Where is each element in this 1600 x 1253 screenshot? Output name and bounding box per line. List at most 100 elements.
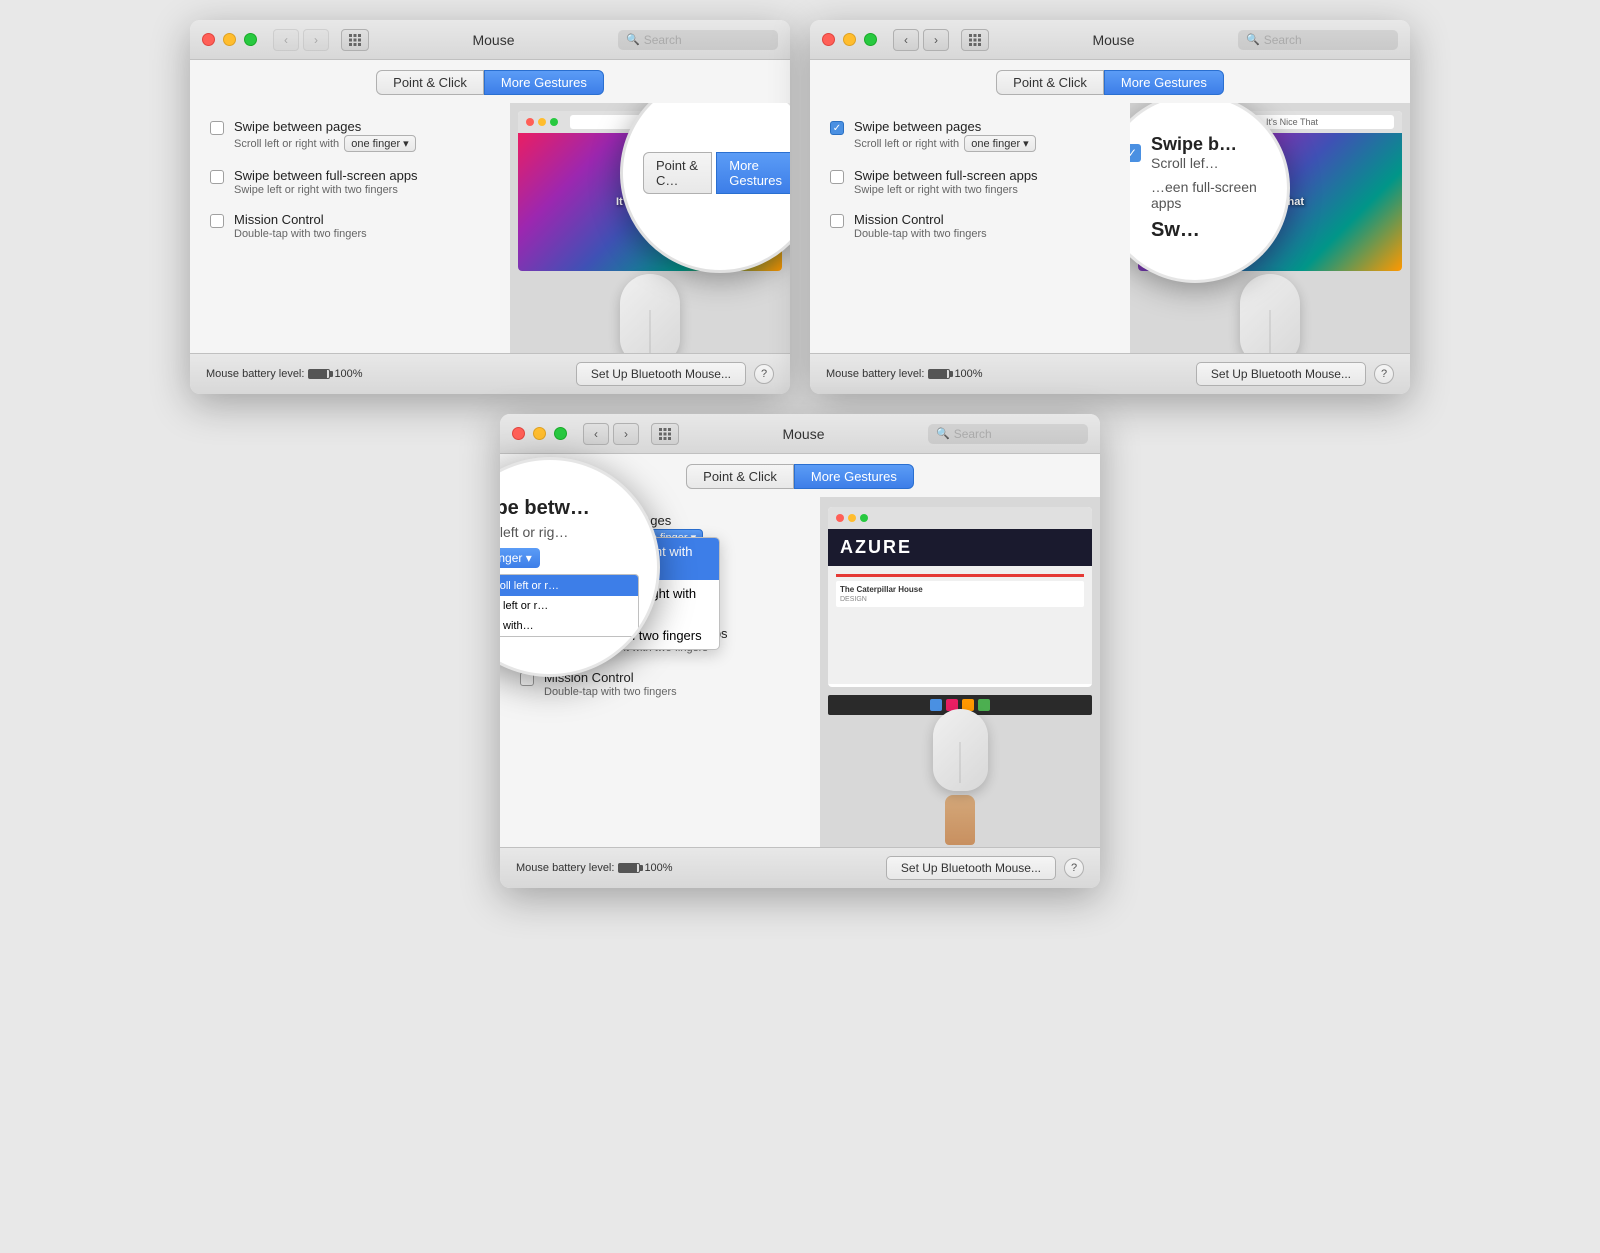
mouse-preview-2	[1130, 279, 1410, 353]
azure-browser-3: AZURE The Caterpillar House DESIGN	[828, 507, 1092, 687]
right-panel-3: AZURE The Caterpillar House DESIGN	[820, 497, 1100, 847]
checkbox-mission-2[interactable]	[830, 214, 844, 228]
magnifier-sub-3: Scroll left or rig…	[500, 524, 639, 540]
gesture-desc-mission-1: Double-tap with two fingers	[234, 228, 367, 240]
battery-bar-3	[618, 863, 640, 873]
gesture-desc-fullscreen-2: Swipe left or right with two fingers	[854, 184, 1038, 196]
titlebar-1: ‹ › Mouse 🔍 Search	[190, 20, 790, 60]
azure-section-3: DESIGN	[840, 596, 1080, 603]
battery-3: Mouse battery level: 100%	[516, 862, 673, 874]
back-btn-2[interactable]: ‹	[893, 29, 919, 51]
tab-more-gestures-2[interactable]: More Gestures	[1104, 70, 1224, 95]
battery-percent-1: 100%	[334, 368, 362, 380]
forward-btn-1[interactable]: ›	[303, 29, 329, 51]
search-box-1[interactable]: 🔍 Search	[618, 30, 778, 50]
magnifier-tab-pc-1: Point & C…	[643, 152, 712, 194]
checkbox-mission-1[interactable]	[210, 214, 224, 228]
help-btn-3[interactable]: ?	[1064, 858, 1084, 878]
gesture-mission-control-1: Mission Control Double-tap with two fing…	[210, 212, 490, 240]
magnifier-big-text-2: Swipe b…	[1151, 134, 1237, 155]
battery-bar-2	[928, 369, 950, 379]
azure-card-title-3: The Caterpillar House	[840, 585, 1080, 594]
gesture-mission-control-2: Mission Control Double-tap with two fing…	[830, 212, 1110, 240]
min-btn-2[interactable]	[843, 33, 856, 46]
magnifier-opt-1-3: ✓ Scroll left or r…	[500, 575, 638, 596]
battery-percent-2: 100%	[954, 368, 982, 380]
search-box-2[interactable]: 🔍 Search	[1238, 30, 1398, 50]
magnifier-opt-3-3: Swipe with…	[500, 616, 638, 636]
titlebar-3: ‹ › Mouse 🔍 Search	[500, 414, 1100, 454]
tab-more-gestures-3[interactable]: More Gestures	[794, 464, 914, 489]
checkbox-swipe-pages-1[interactable]	[210, 121, 224, 135]
grid-btn-1[interactable]	[341, 29, 369, 51]
grid-btn-2[interactable]	[961, 29, 989, 51]
dropdown-swipe-2[interactable]: one finger ▾	[964, 135, 1036, 152]
help-btn-2[interactable]: ?	[1374, 364, 1394, 384]
tab-point-click-2[interactable]: Point & Click	[996, 70, 1104, 95]
azure-content-3: AZURE The Caterpillar House DESIGN	[828, 529, 1092, 687]
battery-1: Mouse battery level: 100%	[206, 368, 363, 380]
tab-more-gestures-1[interactable]: More Gestures	[484, 70, 604, 95]
gesture-label-swipe-pages-2: Swipe between pages	[854, 119, 1036, 134]
azure-card-3: The Caterpillar House DESIGN	[836, 581, 1084, 607]
window-2: ‹ › Mouse 🔍 Search Point & Click More Ge…	[810, 20, 1410, 394]
gesture-desc-fullscreen-1: Swipe left or right with two fingers	[234, 184, 418, 196]
checkbox-swipe-fullscreen-2[interactable]	[830, 170, 844, 184]
close-btn-1[interactable]	[202, 33, 215, 46]
window-3: ‹ › Mouse 🔍 Search Point & Click More Ge…	[500, 414, 1100, 888]
tab-point-click-1[interactable]: Point & Click	[376, 70, 484, 95]
battery-bar-1	[308, 369, 330, 379]
magnifier-sub-text-2: Scroll lef…	[1151, 155, 1237, 171]
gesture-label-mission-1: Mission Control	[234, 212, 367, 227]
footer-3: Mouse battery level: 100% Set Up Bluetoo…	[500, 847, 1100, 888]
forward-btn-2[interactable]: ›	[923, 29, 949, 51]
finger-shape-3	[945, 795, 975, 845]
gesture-label-swipe-pages-1: Swipe between pages	[234, 119, 416, 134]
magnifier-dropdown-btn-3: one finger ▾	[500, 548, 540, 568]
right-panel-1: It's Nice That It's Nice That	[510, 103, 790, 353]
gesture-desc-mission-3: Double-tap with two fingers	[544, 686, 677, 698]
min-btn-1[interactable]	[223, 33, 236, 46]
mouse-preview-1	[510, 279, 790, 353]
search-box-3[interactable]: 🔍 Search	[928, 424, 1088, 444]
min-btn-3[interactable]	[533, 427, 546, 440]
mouse-hand-3	[933, 709, 988, 845]
azure-red-bar-3	[836, 574, 1084, 577]
tabs-1: Point & Click More Gestures	[190, 60, 790, 103]
tabs-2: Point & Click More Gestures	[810, 60, 1410, 103]
mouse-line-3	[960, 742, 961, 783]
close-btn-2[interactable]	[822, 33, 835, 46]
window-1: ‹ › Mouse 🔍 Search Point & Click More Ge…	[190, 20, 790, 394]
dropdown-swipe-1[interactable]: one finger ▾	[344, 135, 416, 152]
help-btn-1[interactable]: ?	[754, 364, 774, 384]
setup-btn-1[interactable]: Set Up Bluetooth Mouse...	[576, 362, 746, 386]
azure-browser-bar-3	[828, 507, 1092, 529]
magnifier-checkbox-2: ✓	[1130, 144, 1141, 162]
top-row: ‹ › Mouse 🔍 Search Point & Click More Ge…	[190, 20, 1410, 394]
setup-btn-3[interactable]: Set Up Bluetooth Mouse...	[886, 856, 1056, 880]
tab-point-click-3[interactable]: Point & Click	[686, 464, 794, 489]
max-btn-3[interactable]	[554, 427, 567, 440]
gesture-label-fullscreen-2: Swipe between full-screen apps	[854, 168, 1038, 183]
left-panel-3: ✓ Swipe between pages Scroll left or rig…	[500, 497, 820, 847]
back-btn-3[interactable]: ‹	[583, 423, 609, 445]
bottom-row: ‹ › Mouse 🔍 Search Point & Click More Ge…	[500, 414, 1100, 888]
setup-btn-2[interactable]: Set Up Bluetooth Mouse...	[1196, 362, 1366, 386]
forward-btn-3[interactable]: ›	[613, 423, 639, 445]
mouse-shape-2	[1240, 274, 1300, 353]
grid-btn-3[interactable]	[651, 423, 679, 445]
back-btn-1[interactable]: ‹	[273, 29, 299, 51]
checkbox-swipe-pages-2[interactable]: ✓	[830, 121, 844, 135]
magnifier-content-1: Point & C… More Gestures	[623, 132, 790, 214]
gesture-swipe-fullscreen-2: Swipe between full-screen apps Swipe lef…	[830, 168, 1110, 196]
window-content-1: Swipe between pages Scroll left or right…	[190, 103, 790, 353]
max-btn-2[interactable]	[864, 33, 877, 46]
max-btn-1[interactable]	[244, 33, 257, 46]
gesture-swipe-pages-1: Swipe between pages Scroll left or right…	[210, 119, 490, 152]
gesture-desc-swipe-pages-1: Scroll left or right with one finger ▾	[234, 135, 416, 152]
checkbox-swipe-fullscreen-1[interactable]	[210, 170, 224, 184]
search-placeholder-3: Search	[954, 427, 992, 441]
mouse-line-2	[1270, 310, 1271, 353]
right-panel-2: It's Nice That It's Nice That	[1130, 103, 1410, 353]
close-btn-3[interactable]	[512, 427, 525, 440]
